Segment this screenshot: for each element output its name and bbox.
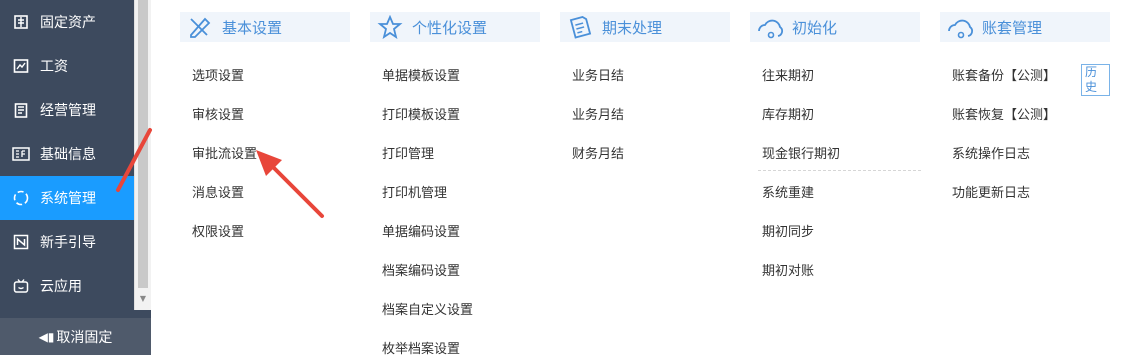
basic-info-icon bbox=[12, 145, 30, 163]
menu-item-document-template[interactable]: 单据模板设置 bbox=[382, 65, 460, 84]
sidebar-item-business-management[interactable]: 经营管理 bbox=[0, 88, 134, 132]
menu-item-approval-flow-settings[interactable]: 审批流设置 bbox=[192, 143, 257, 162]
unpin-icon: ◀▮ bbox=[38, 329, 55, 344]
sidebar-divider bbox=[134, 310, 151, 318]
menu-item-print-management[interactable]: 打印管理 bbox=[382, 143, 434, 162]
cloud-app-icon bbox=[12, 277, 30, 295]
menu-item-option-settings[interactable]: 选项设置 bbox=[192, 65, 244, 84]
menu-item-account-backup[interactable]: 账套备份【公测】 bbox=[952, 65, 1056, 84]
menu-item-operation-log[interactable]: 系统操作日志 bbox=[952, 143, 1030, 162]
history-badge[interactable]: 历史 bbox=[1081, 64, 1110, 96]
menu-item-print-template[interactable]: 打印模板设置 bbox=[382, 104, 460, 123]
column-header: 初始化 bbox=[750, 12, 920, 42]
menu-item-initial-sync[interactable]: 期初同步 bbox=[762, 221, 814, 240]
menu-item-permission-settings[interactable]: 权限设置 bbox=[192, 221, 244, 240]
column-personalization: 个性化设置 单据模板设置 打印模板设置 打印管理 打印机管理 单据编码设置 档案… bbox=[370, 12, 540, 357]
sidebar-item-basic-info[interactable]: 基础信息 bbox=[0, 132, 134, 176]
menu-item-finance-monthly-close[interactable]: 财务月结 bbox=[572, 143, 624, 162]
column-title: 期末处理 bbox=[602, 18, 663, 37]
sidebar-item-beginner-guide[interactable]: 新手引导 bbox=[0, 220, 134, 264]
menu-item-system-rebuild[interactable]: 系统重建 bbox=[762, 182, 814, 201]
scroll-down-icon[interactable]: ▼ bbox=[135, 292, 151, 306]
initialization-icon bbox=[756, 14, 784, 40]
sidebar-item-fixed-assets[interactable]: 固定资产 bbox=[0, 0, 134, 44]
sidebar: 固定资产 工资 经营管理 基础信息 系统管理 新手引导 云应用 bbox=[0, 0, 134, 355]
sidebar-scrollbar[interactable]: ▼ bbox=[134, 0, 151, 310]
column-header: 期末处理 bbox=[560, 12, 730, 42]
menu-item-cash-bank-initial[interactable]: 现金银行期初 bbox=[762, 143, 840, 162]
column-account-set-management: 账套管理 账套备份【公测】 历史 账套恢复【公测】 系统操作日志 功能更新日志 bbox=[940, 12, 1110, 212]
basic-settings-icon bbox=[186, 14, 214, 40]
personalization-icon bbox=[376, 14, 404, 40]
column-title: 初始化 bbox=[792, 18, 838, 37]
menu-item-enum-archive[interactable]: 枚举档案设置 bbox=[382, 338, 460, 357]
account-set-icon bbox=[946, 14, 974, 40]
sidebar-item-label: 固定资产 bbox=[40, 15, 96, 31]
column-title: 基本设置 bbox=[222, 18, 283, 37]
menu-item-printer-management[interactable]: 打印机管理 bbox=[382, 182, 447, 201]
column-title: 个性化设置 bbox=[412, 18, 488, 37]
column-basic-settings: 基本设置 选项设置 审核设置 审批流设置 消息设置 权限设置 bbox=[180, 12, 350, 352]
column-title: 账套管理 bbox=[982, 18, 1043, 37]
menu-item-document-coding[interactable]: 单据编码设置 bbox=[382, 221, 460, 240]
column-header: 基本设置 bbox=[180, 12, 350, 42]
menu-item-message-settings[interactable]: 消息设置 bbox=[192, 182, 244, 201]
sidebar-item-cloud-app[interactable]: 云应用 bbox=[0, 264, 134, 308]
sidebar-item-label: 云应用 bbox=[40, 279, 82, 295]
menu-item-initial-reconciliation[interactable]: 期初对账 bbox=[762, 260, 814, 279]
sidebar-item-label: 经营管理 bbox=[40, 103, 96, 119]
column-initialization: 初始化 往来期初 库存期初 现金银行期初 系统重建 期初同步 期初对账 bbox=[750, 12, 921, 312]
fixed-assets-icon bbox=[12, 13, 30, 31]
scrollbar-thumb[interactable] bbox=[138, 0, 148, 288]
period-end-icon bbox=[566, 14, 594, 40]
unpin-label: 取消固定 bbox=[56, 329, 113, 346]
beginner-guide-icon bbox=[12, 233, 30, 251]
menu-item-audit-settings[interactable]: 审核设置 bbox=[192, 104, 244, 123]
sidebar-item-label: 工资 bbox=[40, 59, 68, 75]
menu-item-inventory-initial[interactable]: 库存期初 bbox=[762, 104, 814, 123]
menu-item-monthly-close[interactable]: 业务月结 bbox=[572, 104, 624, 123]
salary-icon bbox=[12, 57, 30, 75]
sidebar-item-salary[interactable]: 工资 bbox=[0, 44, 134, 88]
menu-item-account-restore[interactable]: 账套恢复【公测】 bbox=[952, 104, 1056, 123]
menu-item-archive-coding[interactable]: 档案编码设置 bbox=[382, 260, 460, 279]
unpin-button[interactable]: ◀▮ 取消固定 bbox=[0, 318, 151, 355]
business-management-icon bbox=[12, 101, 30, 119]
sidebar-item-label: 基础信息 bbox=[40, 147, 96, 163]
system-management-icon bbox=[12, 189, 30, 207]
menu-divider bbox=[758, 170, 921, 171]
column-header: 账套管理 bbox=[940, 12, 1110, 42]
menu-item-update-log[interactable]: 功能更新日志 bbox=[952, 182, 1030, 201]
column-header: 个性化设置 bbox=[370, 12, 540, 42]
menu-item-daily-close[interactable]: 业务日结 bbox=[572, 65, 624, 84]
menu-item-receivable-initial[interactable]: 往来期初 bbox=[762, 65, 814, 84]
sidebar-item-label: 新手引导 bbox=[40, 235, 96, 251]
column-period-end: 期末处理 业务日结 业务月结 财务月结 bbox=[560, 12, 730, 212]
sidebar-item-label: 系统管理 bbox=[40, 191, 96, 207]
menu-item-archive-custom[interactable]: 档案自定义设置 bbox=[382, 299, 473, 318]
sidebar-item-system-management[interactable]: 系统管理 bbox=[0, 176, 134, 220]
